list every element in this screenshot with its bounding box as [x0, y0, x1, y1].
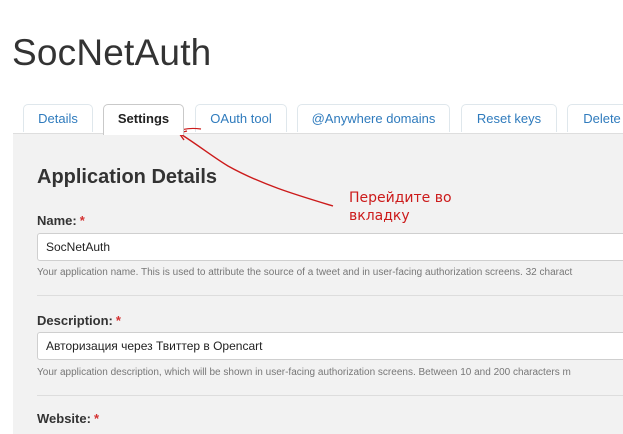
description-label: Description: * [37, 313, 121, 328]
tab-settings[interactable]: Settings [103, 104, 184, 135]
tab-delete[interactable]: Delete [567, 104, 623, 132]
description-input[interactable] [37, 332, 623, 360]
tab-reset-keys[interactable]: Reset keys [461, 104, 557, 132]
required-marker: * [79, 213, 85, 228]
app-title: SocNetAuth [12, 32, 212, 73]
divider [37, 295, 623, 296]
tab-anywhere-domains[interactable]: @Anywhere domains [297, 104, 450, 132]
description-label-text: Description: [37, 313, 113, 328]
tab-oauth-tool[interactable]: OAuth tool [195, 104, 287, 132]
name-label: Name: * [37, 213, 85, 228]
annotation-line-1: Перейдите во [349, 190, 452, 206]
divider [37, 395, 623, 396]
tab-details[interactable]: Details [23, 104, 93, 132]
annotation-line-2: вкладку [349, 208, 410, 224]
required-marker: * [115, 313, 121, 328]
name-label-text: Name: [37, 213, 77, 228]
section-title: Application Details [37, 166, 218, 188]
name-help-text: Your application name. This is used to a… [37, 267, 573, 278]
description-help-text: Your application description, which will… [37, 367, 571, 378]
annotation-text: Перейдите во вкладку [349, 189, 452, 225]
tab-strip: Details Settings OAuth tool @Anywhere do… [0, 104, 623, 135]
name-input[interactable] [37, 233, 623, 261]
